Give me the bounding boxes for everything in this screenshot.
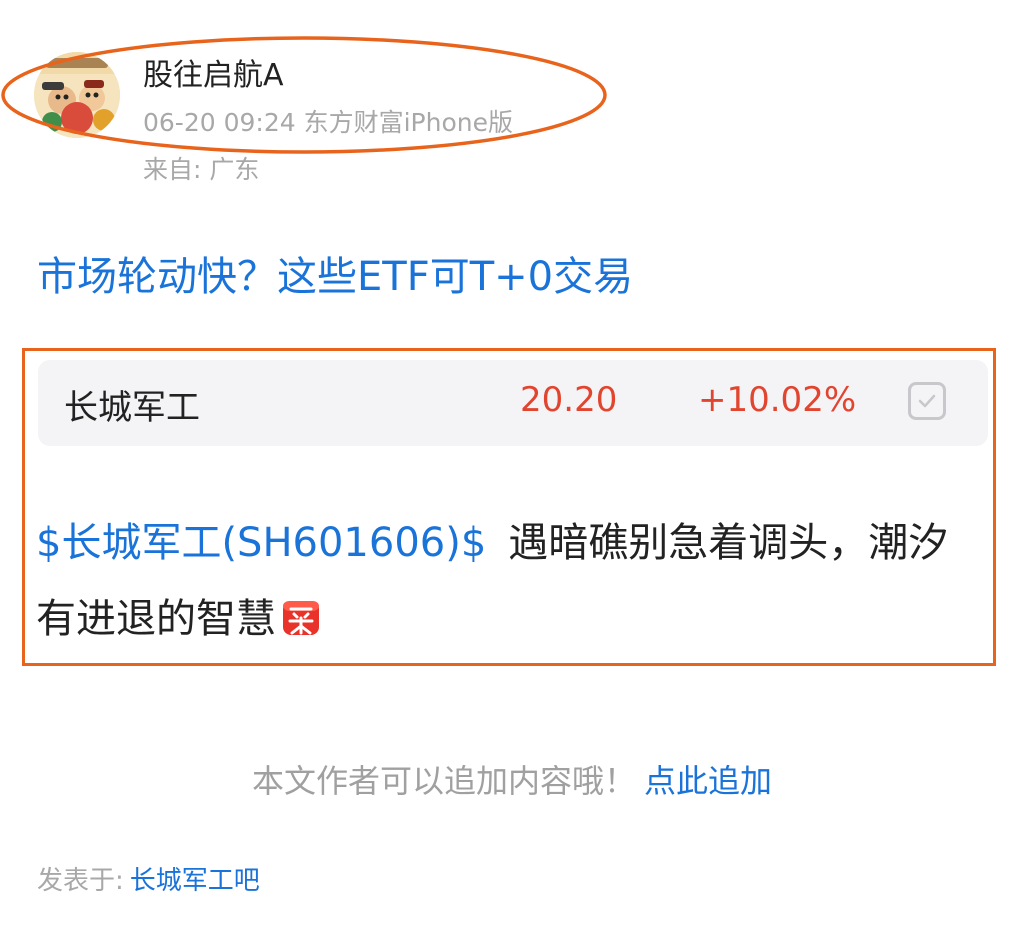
stock-bar-link[interactable]: 长城军工吧 [130,866,260,896]
stock-card[interactable]: 长城军工 20.20 +10.02% [38,360,988,446]
post-title[interactable]: 市场轮动快？这些ETF可T+0交易 [37,244,633,302]
buy-emoji-icon [280,596,322,638]
stock-name: 长城军工 [64,388,200,428]
watchlist-check-icon[interactable] [908,382,946,420]
add-content-prompt: 本文作者可以追加内容哦！ 点此追加 [0,756,1024,802]
post-meta: 06-20 09:24 东方财富iPhone版 [143,108,513,137]
author-avatar[interactable] [34,52,120,138]
add-content-link[interactable]: 点此追加 [644,762,772,800]
posted-in-label: 发表于: [37,866,124,896]
avatar-image [34,52,120,138]
post-header: 股往启航A 06-20 09:24 东方财富iPhone版 来自: 广东 [0,0,1024,200]
stock-change: +10.02% [698,380,857,420]
stock-price: 20.20 [520,380,618,420]
add-content-text: 本文作者可以追加内容哦！ [251,762,636,800]
stock-tag-link[interactable]: $长城军工(SH601606)$ [36,520,486,566]
post-content: $长城军工(SH601606)$ 遇暗礁别急着调头，潮汐有进退的智慧 [36,505,956,657]
author-name[interactable]: 股往启航A [143,50,284,94]
posted-in: 发表于: 长城军工吧 [37,860,260,897]
post-location: 来自: 广东 [143,155,260,184]
